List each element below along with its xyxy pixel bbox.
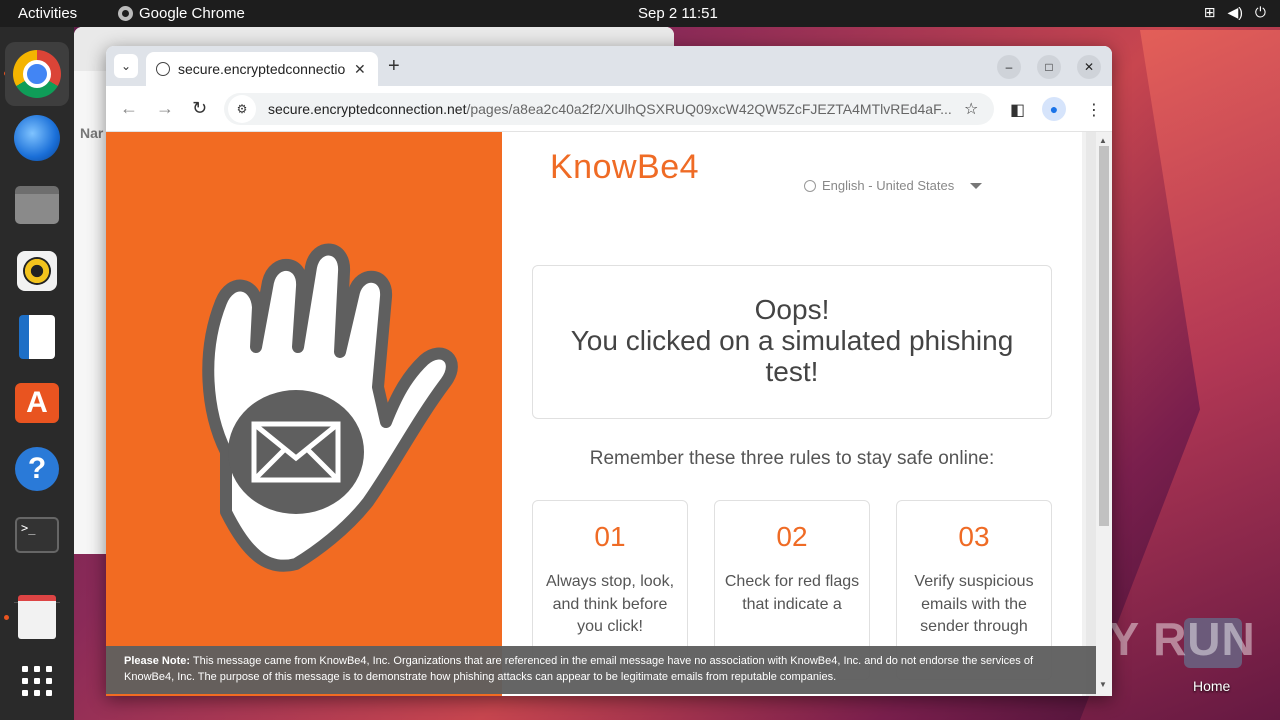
files-icon	[15, 186, 59, 224]
dock-document-viewer[interactable]	[14, 594, 60, 640]
url-path: /pages/a8ea2c40a2f2/XUlhQSXRUQ09xcW42QW5…	[466, 101, 952, 117]
rules-title: Remember these three rules to stay safe …	[589, 448, 995, 469]
new-tab-button[interactable]: +	[388, 55, 400, 78]
rule-text: Check for red flags that indicate a	[724, 573, 860, 613]
active-tab[interactable]: secure.encryptedconnection ✕	[146, 52, 378, 86]
app-center-icon: A	[15, 383, 59, 423]
oops-card: Oops! You clicked on a simulated phishin…	[532, 265, 1052, 419]
scrollbar-thumb[interactable]	[1099, 146, 1109, 526]
dock-terminal[interactable]: >_	[14, 512, 60, 558]
chrome-icon	[13, 50, 61, 98]
address-bar[interactable]: ⚙ secure.encryptedconnection.net/pages/a…	[224, 93, 994, 125]
page-content: KnowBe4 English - United States Oops! Yo…	[106, 132, 1112, 696]
back-button[interactable]: ←	[120, 98, 138, 119]
home-folder-label[interactable]: Home	[1193, 678, 1230, 694]
globe-icon	[804, 179, 816, 192]
dock-chrome[interactable]	[5, 42, 69, 106]
dock-show-apps[interactable]	[14, 658, 60, 704]
knowbe4-logo: KnowBe4	[550, 148, 700, 186]
scrollbar-track-outer	[1086, 132, 1096, 696]
dock-help[interactable]: ?	[14, 446, 60, 492]
url-text[interactable]: secure.encryptedconnection.net/pages/a8e…	[268, 101, 958, 117]
help-icon: ?	[15, 447, 59, 491]
volume-icon: ◀)	[1227, 4, 1243, 20]
scroll-down-arrow-icon[interactable]: ▼	[1099, 680, 1107, 689]
notice-text: This message came from KnowBe4, Inc. Org…	[124, 655, 1034, 683]
rule-number: 02	[776, 521, 808, 552]
terminal-icon: >_	[15, 517, 59, 553]
tab-title: secure.encryptedconnection	[178, 61, 346, 77]
oops-heading: Oops!	[754, 294, 830, 325]
side-panel-icon[interactable]: ◧	[1010, 100, 1025, 120]
oops-subheading: You clicked on a simulated phishing test…	[570, 325, 1014, 387]
tab-bar: ⌄ secure.encryptedconnection ✕ + – □ ✕	[106, 46, 1112, 86]
system-tray[interactable]: ⊞ ◀) ⏻	[1204, 4, 1266, 21]
browser-toolbar: ← → ↻ ⚙ secure.encryptedconnection.net/p…	[106, 86, 1112, 132]
minimize-button[interactable]: –	[997, 55, 1021, 79]
scroll-up-arrow-icon[interactable]: ▲	[1099, 136, 1107, 145]
menu-kebab-icon[interactable]: ⋮	[1086, 100, 1102, 120]
browser-window: ⌄ secure.encryptedconnection ✕ + – □ ✕ ←…	[106, 46, 1112, 696]
hero-panel	[106, 132, 502, 696]
profile-avatar[interactable]: ●	[1042, 97, 1066, 121]
rule-number: 01	[594, 521, 626, 552]
background-window-column-label: Nar	[80, 125, 104, 141]
clock[interactable]: Sep 2 11:51	[638, 5, 718, 22]
tab-close-icon[interactable]: ✕	[354, 61, 366, 78]
site-info-icon	[156, 62, 170, 76]
bookmark-star-icon[interactable]: ☆	[964, 99, 978, 119]
rule-text: Always stop, look, and think before you …	[545, 573, 675, 635]
thunderbird-icon	[14, 115, 60, 161]
app-name: Google Chrome	[139, 5, 245, 22]
forward-button[interactable]: →	[156, 98, 174, 119]
rule-text: Verify suspicious emails with the sender…	[914, 573, 1034, 635]
running-indicator	[4, 615, 9, 620]
language-label: English - United States	[822, 178, 955, 193]
rule-number: 03	[958, 521, 990, 552]
site-settings-icon[interactable]: ⚙	[228, 95, 256, 123]
chrome-small-icon	[118, 6, 133, 21]
maximize-button[interactable]: □	[1037, 55, 1061, 79]
dock-app-center[interactable]: A	[14, 380, 60, 426]
page-scrollbar[interactable]: ▲ ▼	[1082, 132, 1112, 696]
app-menu[interactable]: Google Chrome	[118, 5, 245, 22]
dock-thunderbird[interactable]	[14, 115, 60, 161]
dock-writer[interactable]	[14, 314, 60, 360]
show-apps-icon	[22, 666, 52, 696]
url-host: secure.encryptedconnection.net	[268, 101, 467, 117]
tab-search-button[interactable]: ⌄	[114, 54, 138, 78]
dock-rhythmbox[interactable]	[14, 248, 60, 294]
reload-button[interactable]: ↻	[192, 98, 207, 119]
network-icon: ⊞	[1203, 4, 1216, 20]
activities-button[interactable]: Activities	[18, 5, 77, 22]
stop-hand-icon	[202, 243, 458, 572]
power-icon: ⏻	[1254, 4, 1266, 20]
rhythmbox-icon	[17, 251, 57, 291]
writer-icon	[19, 315, 55, 359]
language-selector[interactable]: English - United States	[804, 178, 983, 193]
message-panel: KnowBe4 English - United States Oops! Yo…	[502, 132, 1082, 696]
notice-label: Please Note:	[124, 655, 191, 667]
dock: A ? >_	[0, 27, 74, 720]
close-window-button[interactable]: ✕	[1077, 55, 1101, 79]
top-bar: Activities Google Chrome Sep 2 11:51 ⊞ ◀…	[0, 0, 1280, 27]
disclaimer-banner: Please Note: This message came from Know…	[106, 646, 1096, 694]
chevron-down-icon	[970, 182, 983, 189]
dock-files[interactable]	[14, 182, 60, 228]
document-viewer-icon	[18, 595, 56, 639]
